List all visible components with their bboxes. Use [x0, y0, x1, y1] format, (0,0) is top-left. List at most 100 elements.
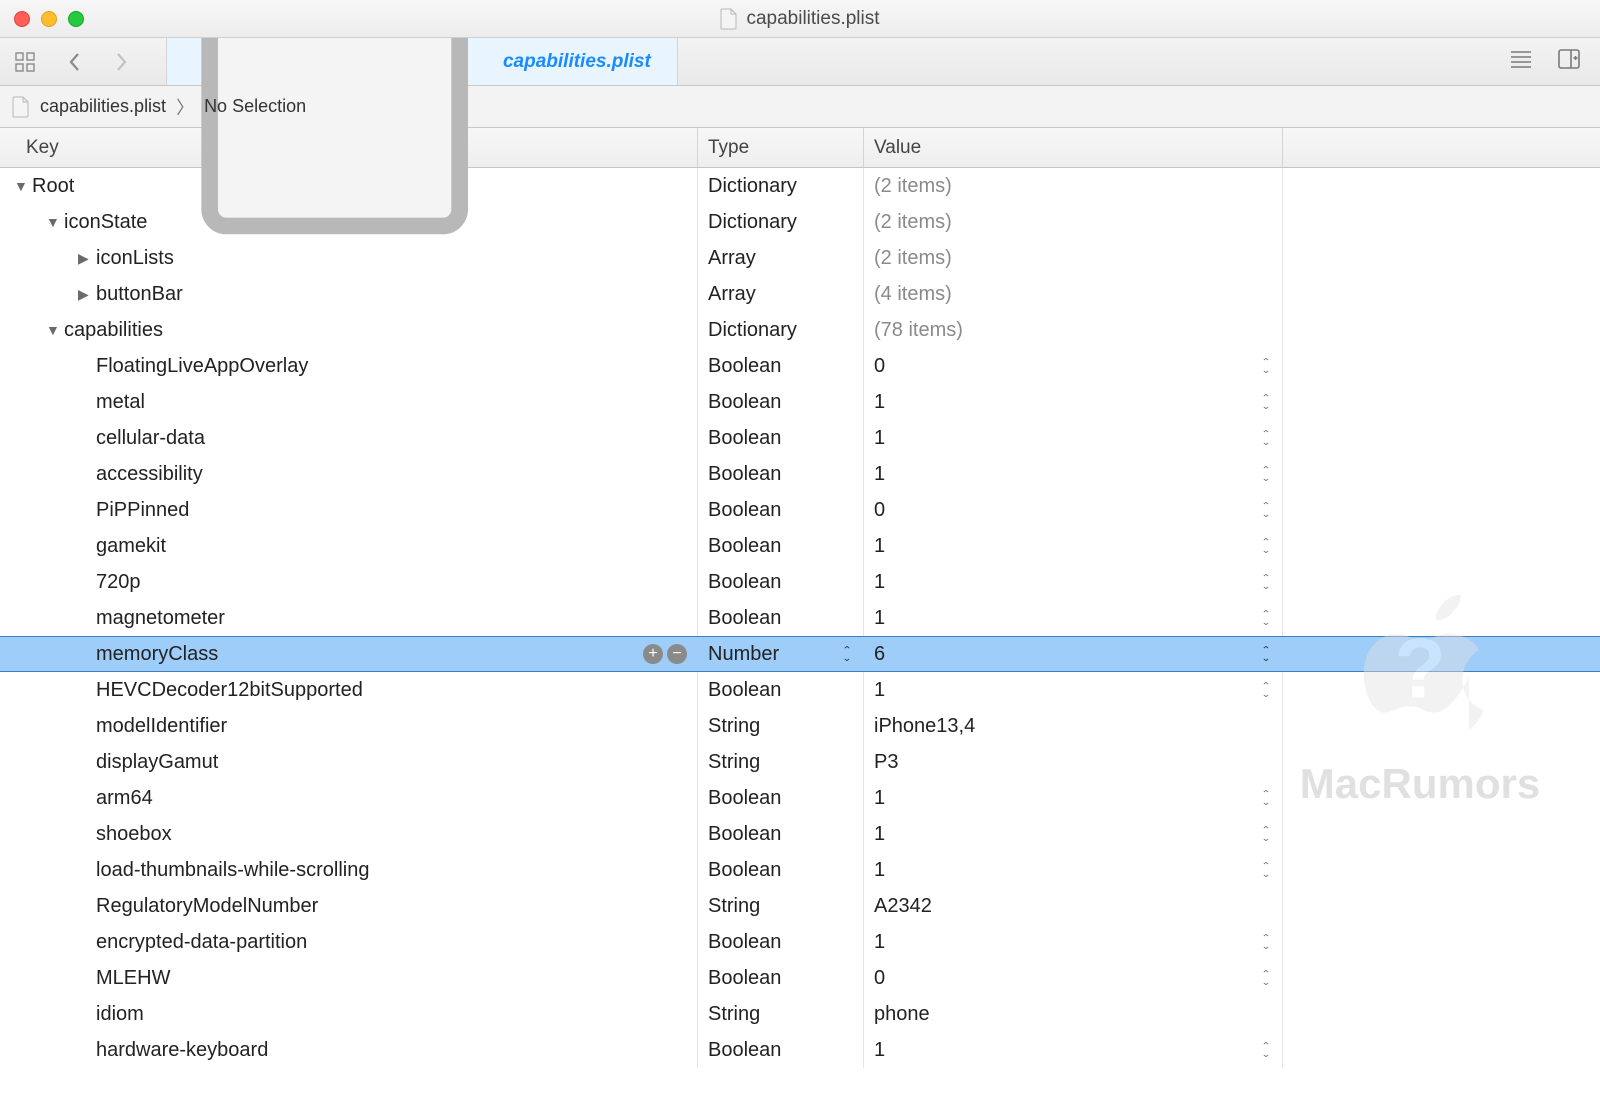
plist-key-cell[interactable]: gamekit: [0, 528, 698, 564]
plist-value-cell[interactable]: 1: [864, 456, 1283, 492]
value-stepper-icon[interactable]: [1258, 392, 1274, 412]
value-stepper-icon[interactable]: [1258, 500, 1274, 520]
plist-type-cell[interactable]: String: [698, 708, 864, 744]
plist-key-cell[interactable]: shoebox: [0, 816, 698, 852]
plist-type-cell[interactable]: Dictionary: [698, 168, 864, 204]
plist-row[interactable]: shoeboxBoolean1: [0, 816, 1600, 852]
plist-row[interactable]: hardware-keyboardBoolean1: [0, 1032, 1600, 1068]
plist-key-cell[interactable]: 720p: [0, 564, 698, 600]
plist-value-cell[interactable]: (2 items): [864, 240, 1283, 276]
plist-value-cell[interactable]: 1: [864, 564, 1283, 600]
value-stepper-icon[interactable]: [1258, 968, 1274, 988]
plist-key-cell[interactable]: RegulatoryModelNumber: [0, 888, 698, 924]
plist-key-cell[interactable]: Root: [0, 168, 698, 204]
disclosure-triangle-icon[interactable]: [46, 322, 60, 338]
value-stepper-icon[interactable]: [1258, 680, 1274, 700]
plist-type-cell[interactable]: String: [698, 888, 864, 924]
plist-key-cell[interactable]: HEVCDecoder12bitSupported: [0, 672, 698, 708]
add-panel-icon[interactable]: [1556, 46, 1582, 77]
value-stepper-icon[interactable]: [1258, 932, 1274, 952]
plist-value-cell[interactable]: 1: [864, 528, 1283, 564]
add-row-button[interactable]: +: [643, 644, 663, 664]
plist-value-cell[interactable]: iPhone13,4: [864, 708, 1283, 744]
plist-type-cell[interactable]: Dictionary: [698, 312, 864, 348]
plist-value-cell[interactable]: P3: [864, 744, 1283, 780]
plist-value-cell[interactable]: A2342: [864, 888, 1283, 924]
plist-type-cell[interactable]: Dictionary: [698, 204, 864, 240]
plist-value-cell[interactable]: 0: [864, 492, 1283, 528]
plist-row[interactable]: encrypted-data-partitionBoolean1: [0, 924, 1600, 960]
plist-type-cell[interactable]: Boolean: [698, 816, 864, 852]
plist-type-cell[interactable]: Array: [698, 240, 864, 276]
plist-value-cell[interactable]: 1: [864, 924, 1283, 960]
plist-type-cell[interactable]: Array: [698, 276, 864, 312]
plist-value-cell[interactable]: 1: [864, 600, 1283, 636]
value-stepper-icon[interactable]: [1258, 464, 1274, 484]
plist-row[interactable]: idiomStringphone: [0, 996, 1600, 1032]
value-stepper-icon[interactable]: [1258, 536, 1274, 556]
value-stepper-icon[interactable]: [1258, 860, 1274, 880]
value-stepper-icon[interactable]: [1258, 608, 1274, 628]
disclosure-triangle-icon[interactable]: [78, 286, 92, 303]
plist-key-cell[interactable]: idiom: [0, 996, 698, 1032]
plist-row[interactable]: cellular-dataBoolean1: [0, 420, 1600, 456]
plist-value-cell[interactable]: 0: [864, 348, 1283, 384]
value-stepper-icon[interactable]: [1258, 356, 1274, 376]
plist-row[interactable]: iconListsArray(2 items): [0, 240, 1600, 276]
value-stepper-icon[interactable]: [1258, 644, 1274, 664]
plist-key-cell[interactable]: iconLists: [0, 240, 698, 276]
value-stepper-icon[interactable]: [1258, 1040, 1274, 1060]
plist-value-cell[interactable]: 1: [864, 852, 1283, 888]
view-grid-icon[interactable]: [10, 47, 40, 77]
breadcrumb-file[interactable]: capabilities.plist: [40, 96, 166, 117]
plist-table[interactable]: RootDictionary(2 items)iconStateDictiona…: [0, 168, 1600, 1118]
plist-key-cell[interactable]: memoryClass+−: [0, 637, 698, 671]
plist-row[interactable]: gamekitBoolean1: [0, 528, 1600, 564]
plist-key-cell[interactable]: FloatingLiveAppOverlay: [0, 348, 698, 384]
plist-key-cell[interactable]: hardware-keyboard: [0, 1032, 698, 1068]
plist-key-cell[interactable]: cellular-data: [0, 420, 698, 456]
plist-value-cell[interactable]: 1: [864, 780, 1283, 816]
column-header-value[interactable]: Value: [864, 128, 1283, 167]
plist-key-cell[interactable]: iconState: [0, 204, 698, 240]
plist-row[interactable]: iconStateDictionary(2 items): [0, 204, 1600, 240]
plist-row[interactable]: magnetometerBoolean1: [0, 600, 1600, 636]
plist-value-cell[interactable]: phone: [864, 996, 1283, 1032]
plist-row[interactable]: RegulatoryModelNumberStringA2342: [0, 888, 1600, 924]
plist-row[interactable]: arm64Boolean1: [0, 780, 1600, 816]
plist-key-cell[interactable]: displayGamut: [0, 744, 698, 780]
value-stepper-icon[interactable]: [1258, 824, 1274, 844]
plist-type-cell[interactable]: Boolean: [698, 1032, 864, 1068]
plist-type-cell[interactable]: Boolean: [698, 492, 864, 528]
plist-key-cell[interactable]: arm64: [0, 780, 698, 816]
plist-row[interactable]: HEVCDecoder12bitSupportedBoolean1: [0, 672, 1600, 708]
plist-type-cell[interactable]: Boolean: [698, 528, 864, 564]
plist-row[interactable]: accessibilityBoolean1: [0, 456, 1600, 492]
plist-type-cell[interactable]: Boolean: [698, 564, 864, 600]
plist-type-cell[interactable]: Boolean: [698, 384, 864, 420]
plist-type-cell[interactable]: Boolean: [698, 852, 864, 888]
remove-row-button[interactable]: −: [667, 644, 687, 664]
type-stepper-icon[interactable]: [839, 644, 855, 664]
tab-capabilities-plist[interactable]: capabilities.plist: [166, 38, 678, 85]
disclosure-triangle-icon[interactable]: [14, 178, 28, 194]
plist-type-cell[interactable]: Boolean: [698, 780, 864, 816]
plist-type-cell[interactable]: Boolean: [698, 456, 864, 492]
plist-row[interactable]: displayGamutStringP3: [0, 744, 1600, 780]
plist-row[interactable]: memoryClass+−Number6: [0, 636, 1600, 672]
plist-value-cell[interactable]: (2 items): [864, 204, 1283, 240]
plist-key-cell[interactable]: accessibility: [0, 456, 698, 492]
plist-type-cell[interactable]: String: [698, 996, 864, 1032]
value-stepper-icon[interactable]: [1258, 788, 1274, 808]
plist-row[interactable]: buttonBarArray(4 items): [0, 276, 1600, 312]
plist-key-cell[interactable]: load-thumbnails-while-scrolling: [0, 852, 698, 888]
plist-type-cell[interactable]: Boolean: [698, 960, 864, 996]
plist-row[interactable]: metalBoolean1: [0, 384, 1600, 420]
plist-key-cell[interactable]: PiPPinned: [0, 492, 698, 528]
plist-type-cell[interactable]: Boolean: [698, 924, 864, 960]
plist-row[interactable]: modelIdentifierStringiPhone13,4: [0, 708, 1600, 744]
outline-view-icon[interactable]: [1508, 46, 1534, 77]
plist-value-cell[interactable]: 6: [864, 637, 1283, 671]
plist-value-cell[interactable]: 1: [864, 1032, 1283, 1068]
plist-key-cell[interactable]: buttonBar: [0, 276, 698, 312]
